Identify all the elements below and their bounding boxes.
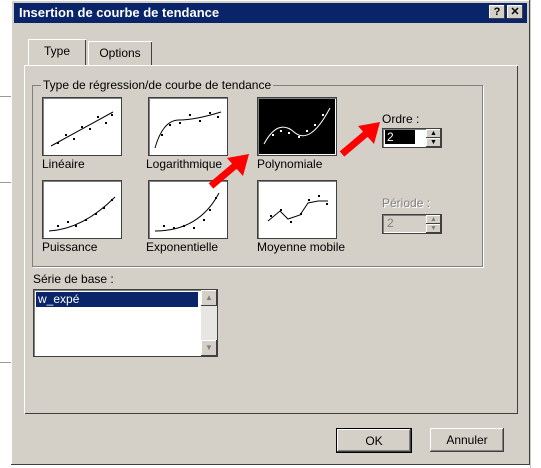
close-icon[interactable]: ✕ — [507, 5, 523, 19]
trendline-dialog: Insertion de courbe de tendance ? ✕ Type… — [11, 0, 530, 465]
serie-de-base-list[interactable]: w_expé ▲ ▼ — [33, 289, 218, 357]
moving-average-trend-thumb[interactable] — [257, 180, 337, 239]
title-bar[interactable]: Insertion de courbe de tendance ? ✕ — [14, 3, 527, 23]
spin-down-icon: ▼ — [426, 224, 441, 233]
spin-up-icon: ▲ — [426, 215, 441, 224]
logarithmic-trend-thumb[interactable] — [148, 97, 228, 156]
linear-trend-thumb[interactable] — [42, 97, 122, 156]
serie-de-base-label: Série de base : — [33, 272, 114, 286]
polynomial-label: Polynomiale — [257, 157, 323, 171]
help-button[interactable]: ? — [489, 5, 505, 19]
spreadsheet-background-right — [530, 0, 541, 468]
ordre-spinner[interactable]: 2 ▲ ▼ — [382, 128, 442, 148]
moving-average-label: Moyenne mobile — [257, 240, 346, 254]
list-item[interactable]: w_expé — [36, 292, 198, 307]
ordre-label: Ordre : — [382, 112, 420, 126]
ok-button[interactable]: OK — [336, 428, 412, 453]
power-trend-thumb[interactable] — [42, 180, 122, 239]
spin-down-icon[interactable]: ▼ — [426, 138, 441, 147]
cancel-button[interactable]: Annuler — [430, 428, 504, 452]
gridline — [0, 182, 11, 183]
ordre-value[interactable]: 2 — [385, 130, 415, 144]
linear-label: Linéaire — [42, 157, 85, 171]
regression-type-legend: Type de régression/de courbe de tendance — [41, 78, 274, 92]
power-label: Puissance — [42, 240, 98, 254]
red-arrow-ordre — [339, 122, 380, 157]
periode-label: Période : — [382, 196, 431, 210]
exponential-label: Exponentielle — [146, 240, 219, 254]
periode-spinner: 2 ▲ ▼ — [382, 214, 442, 234]
tab-options[interactable]: Options — [88, 41, 152, 65]
spreadsheet-background — [0, 0, 11, 468]
polynomial-trend-thumb[interactable] — [257, 97, 337, 156]
window-title: Insertion de courbe de tendance — [19, 5, 220, 20]
gridline — [0, 96, 11, 97]
scroll-up-icon[interactable]: ▲ — [201, 290, 217, 306]
red-arrow-polynomial — [208, 154, 249, 189]
scroll-down-icon[interactable]: ▼ — [201, 340, 217, 356]
tab-type[interactable]: Type — [28, 39, 86, 65]
spin-up-icon[interactable]: ▲ — [426, 129, 441, 138]
gridline — [0, 362, 11, 363]
vertical-scrollbar[interactable]: ▲ ▼ — [201, 290, 217, 356]
periode-value: 2 — [387, 216, 394, 230]
